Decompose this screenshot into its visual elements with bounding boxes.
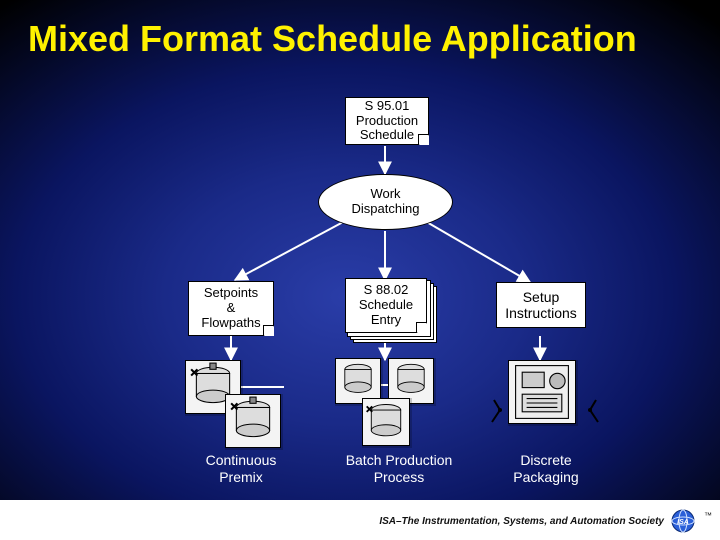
robot-arm-icon (572, 396, 602, 426)
node-label: Setpoints & Flowpaths (201, 286, 260, 331)
node-schedule-entry: S 88.02 Schedule Entry (345, 278, 427, 333)
page-title: Mixed Format Schedule Application (28, 18, 637, 60)
footer-text: ISA–The Instrumentation, Systems, and Au… (379, 516, 664, 527)
tank-icon (362, 398, 410, 446)
footer-logo: ISA–The Instrumentation, Systems, and Au… (379, 508, 710, 534)
node-setpoints: Setpoints & Flowpaths (188, 281, 274, 336)
tank-icon (225, 394, 281, 448)
trademark-icon: ™ (704, 511, 712, 520)
node-label: S 95.01 Production Schedule (356, 99, 418, 144)
label-discrete: Discrete Packaging (496, 452, 596, 486)
label-continuous: Continuous Premix (186, 452, 296, 486)
isa-globe-icon: ISA (670, 508, 696, 534)
node-label: Work Dispatching (352, 187, 420, 217)
node-label: S 88.02 Schedule Entry (359, 283, 413, 328)
node-work-dispatching: Work Dispatching (318, 174, 453, 230)
robot-arm-icon (488, 396, 518, 426)
node-production-schedule: S 95.01 Production Schedule (345, 97, 429, 145)
svg-text:ISA: ISA (677, 519, 689, 526)
label-batch: Batch Production Process (324, 452, 474, 486)
node-label: Setup Instructions (505, 289, 577, 321)
machine-icon (508, 360, 576, 424)
slide: Mixed Format Schedule Application S 95.0… (0, 0, 720, 540)
node-setup-instructions: Setup Instructions (496, 282, 586, 328)
